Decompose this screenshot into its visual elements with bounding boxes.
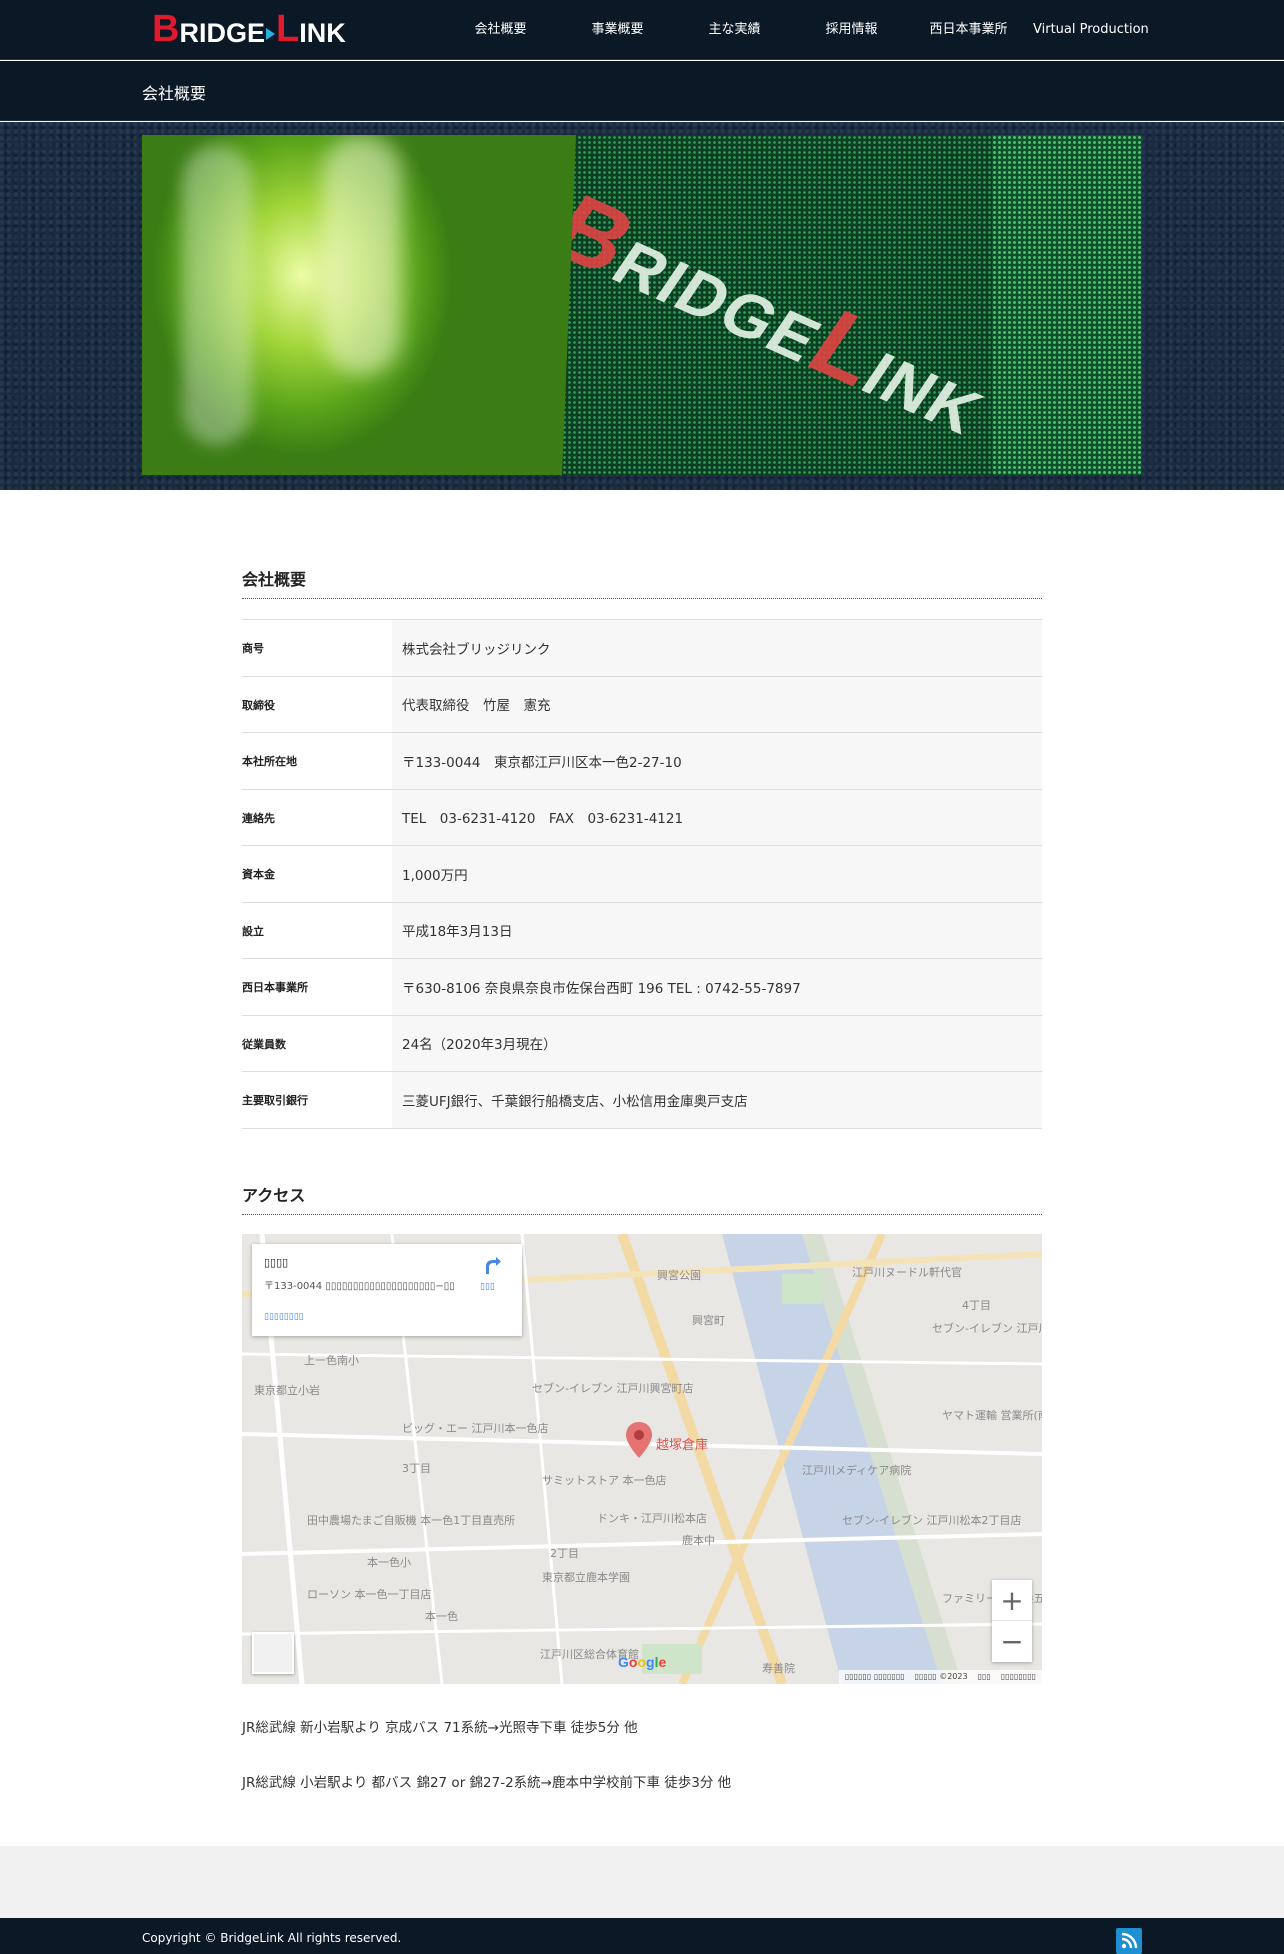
page-title-bar: 会社概要 [0, 61, 1284, 121]
map-label: 東京都立小岩 [254, 1383, 320, 1397]
info-label: 資本金 [242, 868, 275, 881]
info-label: 主要取引銀行 [242, 1094, 308, 1107]
attrib-mapdata: ▯▯▯▯▯ ©2023 [914, 1672, 968, 1681]
info-value: 平成18年3月13日 [392, 902, 1042, 959]
info-value: 〒630-8106 奈良県奈良市佐保台西町 196 TEL : 0742-55-… [392, 958, 1042, 1015]
nav-virtual-production[interactable]: Virtual Production [1027, 0, 1167, 60]
map-label: 寿善院 [762, 1661, 795, 1675]
map-label: サミットストア 本一色店 [542, 1473, 667, 1487]
info-value: 代表取締役 竹屋 憲充 [392, 676, 1042, 733]
led-screen-image: BRIDGELINK [562, 135, 1142, 475]
map-label: ヤマト運輸 営業所(南小 [942, 1408, 1042, 1422]
attrib-report[interactable]: ▯▯▯▯▯▯▯▯ [1001, 1672, 1036, 1682]
nav-achievements[interactable]: 主な実績 [676, 0, 793, 60]
info-value: 株式会社ブリッジリンク [392, 619, 1042, 676]
directions-icon[interactable] [482, 1256, 502, 1276]
info-row: 商号 株式会社ブリッジリンク [242, 619, 1042, 676]
main-nav: 会社概要 事業概要 主な実績 採用情報 西日本事業所 Virtual Produ… [442, 0, 1167, 60]
map-attribution: ▯▯▯▯▯▯ ▯▯▯▯▯▯▯ ▯▯▯▯▯ ©2023 ▯▯▯ ▯▯▯▯▯▯▯▯ [838, 1670, 1042, 1684]
info-value: 1,000万円 [392, 845, 1042, 902]
info-row: 本社所在地 〒133-0044 東京都江戸川区本一色2-27-10 [242, 732, 1042, 789]
hero-image: BRIDGELINK [142, 135, 1142, 475]
nav-west-office[interactable]: 西日本事業所 [910, 0, 1027, 60]
map-label: ビッグ・エー 江戸川本一色店 [402, 1421, 549, 1435]
map-label: 2丁目 [550, 1547, 579, 1560]
info-value: 三菱UFJ銀行、千葉銀行船橋支店、小松信用金庫奥戸支店 [392, 1071, 1042, 1128]
map-label: 上一色南小 [304, 1353, 359, 1367]
info-row: 資本金 1,000万円 [242, 845, 1042, 902]
map-place-address: 〒133-0044 ▯▯▯▯▯▯▯▯▯▯▯▯▯▯▯▯▯▯▯▯−▯▯ [264, 1281, 455, 1292]
rss-icon[interactable] [1116, 1928, 1142, 1954]
company-heading: 会社概要 [242, 566, 1042, 599]
info-row: 従業員数 24名（2020年3月現在） [242, 1015, 1042, 1072]
map-zoom-control: + − [992, 1580, 1032, 1662]
access-directions-2: JR総武線 小岩駅より 都バス 錦27 or 錦27-2系統→鹿本中学校前下車 … [242, 1775, 732, 1791]
info-row: 主要取引銀行 三菱UFJ銀行、千葉銀行船橋支店、小松信用金庫奥戸支店 [242, 1071, 1042, 1128]
google-map[interactable]: 興宮公園興宮町 江戸川ヌードル軒代官 4丁目セブン-イレブン 江戸川二枚橋店上一色南… [242, 1234, 1042, 1684]
zoom-in-button[interactable]: + [992, 1580, 1032, 1621]
info-row: 取締役 代表取締役 竹屋 憲充 [242, 676, 1042, 733]
map-label: 興宮公園 [657, 1268, 701, 1282]
nav-business[interactable]: 事業概要 [559, 0, 676, 60]
footer-spacer [0, 1846, 1284, 1918]
info-value: 24名（2020年3月現在） [392, 1015, 1042, 1072]
nav-company[interactable]: 会社概要 [442, 0, 559, 60]
info-label: 従業員数 [242, 1037, 286, 1051]
map-label: ローソン 本一色一丁目店 [307, 1587, 432, 1601]
site-header: B RIDGE L INK 会社概要 事業概要 主な実績 採用情報 西日本事業所 Vi… [0, 0, 1284, 60]
map-label: ドンキ・江戸川松本店 [597, 1511, 707, 1525]
map-label: 4丁目 [962, 1299, 991, 1312]
pin-label: 越塚倉庫 [656, 1438, 709, 1453]
map-label: 江戸川ヌードル軒代官 [852, 1265, 962, 1279]
map-label: 3丁目 [402, 1462, 431, 1475]
info-label: 設立 [242, 924, 264, 938]
attrib-shortcuts[interactable]: ▯▯▯▯▯▯ ▯▯▯▯▯▯▯ [845, 1672, 905, 1682]
map-label: 東京都立鹿本学園 [542, 1570, 630, 1584]
map-place-name: ▯▯▯▯ [264, 1256, 289, 1269]
info-label: 商号 [242, 642, 264, 655]
map-label: 江戸川メディケア病院 [802, 1463, 911, 1477]
map-label: 本一色小 [367, 1555, 411, 1569]
map-label: セブン-イレブン 江戸川興宮町店 [532, 1381, 693, 1395]
info-label: 本社所在地 [242, 755, 297, 768]
street-view-pegman-icon[interactable] [252, 1632, 294, 1674]
company-info-table: 商号 株式会社ブリッジリンク取締役 代表取締役 竹屋 憲充本社所在地 〒133-004… [242, 619, 1042, 1129]
info-label: 西日本事業所 [242, 981, 308, 994]
info-value: TEL 03-6231-4120 FAX 03-6231-4121 [392, 789, 1042, 846]
info-row: 西日本事業所 〒630-8106 奈良県奈良市佐保台西町 196 TEL : 07… [242, 958, 1042, 1015]
site-footer: Copyright © BridgeLink All rights reserv… [0, 1918, 1284, 1954]
copyright: Copyright © BridgeLink All rights reserv… [142, 1931, 402, 1945]
directions-link[interactable]: ▯▯▯ [480, 1282, 495, 1292]
map-label: 田中農場たまご自販機 本一色1丁目直売所 [307, 1513, 515, 1527]
access-heading: アクセス [242, 1182, 1042, 1215]
info-row: 連絡先 TEL 03-6231-4120 FAX 03-6231-4121 [242, 789, 1042, 846]
larger-map-link[interactable]: ▯▯▯▯▯▯▯▯ [264, 1312, 304, 1322]
map-label: 鹿本中 [682, 1533, 715, 1547]
site-logo[interactable]: B RIDGE L INK [152, 10, 346, 48]
google-logo: Google [618, 1654, 667, 1670]
page-title: 会社概要 [142, 84, 207, 103]
map-info-card: ▯▯▯▯ 〒133-0044 ▯▯▯▯▯▯▯▯▯▯▯▯▯▯▯▯▯▯▯▯−▯▯ ▯… [252, 1244, 522, 1336]
zoom-out-button[interactable]: − [992, 1621, 1032, 1662]
nav-recruit[interactable]: 採用情報 [793, 0, 910, 60]
info-row: 設立 平成18年3月13日 [242, 902, 1042, 959]
map-label: 本一色 [425, 1609, 458, 1623]
map-label: セブン-イレブン 江戸川松本2丁目店 [842, 1513, 1021, 1527]
map-label: 興宮町 [692, 1313, 725, 1327]
map-label: セブン-イレブン 江戸川二枚橋店 [932, 1321, 1042, 1335]
info-label: 連絡先 [242, 811, 275, 825]
info-value: 〒133-0044 東京都江戸川区本一色2-27-10 [392, 732, 1042, 789]
access-directions-1: JR総武線 新小岩駅より 京成バス 71系統→光照寺下車 徒歩5分 他 [242, 1720, 638, 1736]
attrib-terms[interactable]: ▯▯▯ [978, 1672, 991, 1682]
info-label: 取締役 [242, 698, 275, 712]
